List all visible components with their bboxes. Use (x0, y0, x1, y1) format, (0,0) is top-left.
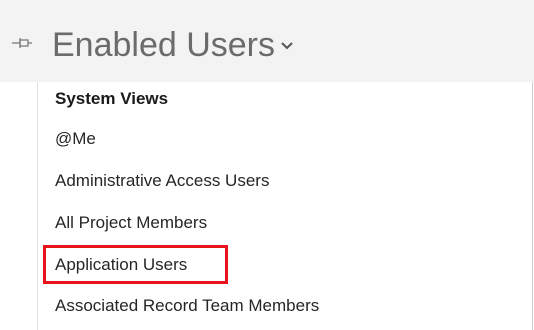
pin-icon[interactable] (11, 35, 33, 51)
menu-item-administrative-access-users[interactable]: Administrative Access Users (55, 171, 269, 191)
menu-item-me[interactable]: @Me (55, 129, 96, 149)
view-dropdown-menu: System Views @Me Administrative Access U… (37, 82, 533, 330)
view-title[interactable]: Enabled Users (52, 25, 275, 65)
chevron-down-icon[interactable] (280, 38, 294, 50)
menu-item-all-project-members[interactable]: All Project Members (55, 213, 207, 233)
highlight-box (43, 245, 228, 284)
menu-item-associated-record-team-members[interactable]: Associated Record Team Members (55, 296, 319, 316)
view-selector-header: Enabled Users (0, 0, 534, 82)
menu-heading: System Views (55, 89, 169, 108)
